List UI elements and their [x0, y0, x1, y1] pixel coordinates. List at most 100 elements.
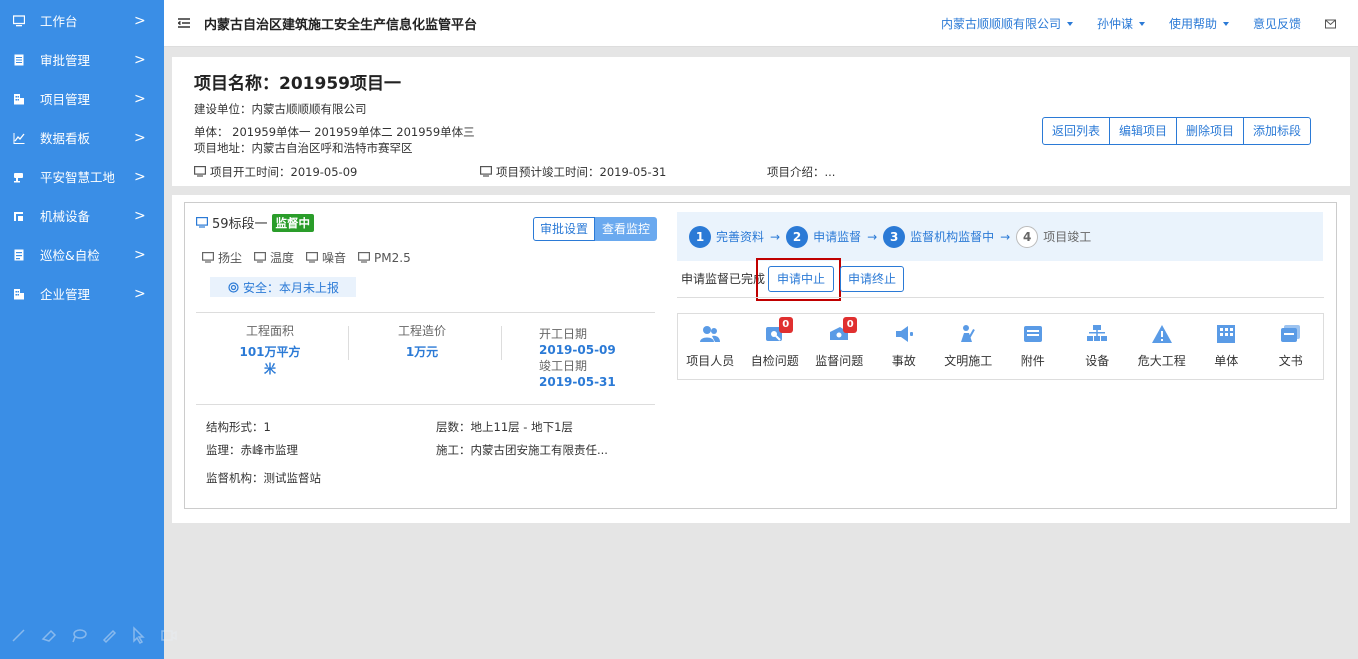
stat-value: 1万元	[405, 345, 439, 359]
end-date-label: 竣工日期	[539, 359, 588, 373]
monitor-icon	[358, 251, 371, 264]
step-3: 3 监督机构监督中	[883, 225, 995, 248]
feedback-link[interactable]: 意见反馈	[1253, 15, 1301, 32]
sidebar-item-label: 工作台	[40, 14, 78, 29]
func-equipment[interactable]: 设备	[1065, 314, 1130, 379]
func-label: 文书	[1278, 354, 1303, 368]
top-bar: 内蒙古自治区建筑施工安全生产信息化监管平台 内蒙古顺顺顺有限公司 孙仲谋 使用帮…	[164, 0, 1358, 47]
annotation-toolbar	[10, 626, 178, 644]
apply-status-text: 申请监督已完成	[681, 272, 766, 286]
pen-icon[interactable]	[10, 626, 28, 644]
stat-area: 工程面积 101万平方米	[236, 322, 304, 377]
sidebar-item-smart-site[interactable]: 平安智慧工地 >	[0, 157, 164, 196]
menu-toggle-icon[interactable]	[178, 17, 192, 29]
sensor-label: PM2.5	[374, 250, 411, 265]
gear-icon	[228, 281, 239, 293]
status-badge: 监督中	[271, 213, 315, 232]
sensor-noise[interactable]: 噪音	[306, 249, 346, 266]
section-name-text: 59标段一	[212, 217, 268, 232]
sensor-list: 扬尘 温度 噪音 PM2.5	[202, 249, 423, 266]
mail-icon[interactable]	[1325, 19, 1336, 29]
user-dropdown[interactable]: 孙仲谋	[1097, 15, 1145, 32]
func-self-inspection[interactable]: 自检问题 0	[743, 314, 808, 379]
func-dangerous-projects[interactable]: 危大工程	[1130, 314, 1195, 379]
step-label: 项目竣工	[1043, 230, 1092, 244]
func-documents[interactable]: 文书	[1259, 314, 1324, 379]
func-units[interactable]: 单体	[1194, 314, 1259, 379]
supervision-agency: 监督机构：测试监督站	[206, 471, 321, 485]
sidebar-item-workbench[interactable]: 工作台 >	[0, 1, 164, 40]
sidebar-item-dashboard[interactable]: 数据看板 >	[0, 118, 164, 157]
document-icon	[12, 53, 26, 67]
func-label: 设备	[1085, 354, 1110, 368]
apply-suspend-button[interactable]: 申请中止	[768, 266, 834, 292]
apply-terminate-button[interactable]: 申请终止	[840, 266, 904, 292]
project-intro: 项目介绍：...	[767, 165, 836, 179]
delete-project-button[interactable]: 删除项目	[1176, 117, 1245, 145]
project-start-date: 项目开工时间：2019-05-09	[194, 164, 357, 180]
func-label: 项目人员	[686, 354, 735, 368]
progress-steps: 1 完善资料 → 2 申请监督 → 3 监督机构监督中 → 4 项目竣工	[677, 212, 1323, 261]
sidebar-item-enterprise[interactable]: 企业管理 >	[0, 274, 164, 313]
step-label: 完善资料	[716, 230, 765, 244]
sensor-label: 噪音	[322, 251, 347, 265]
function-grid: 项目人员 自检问题 0 监督问题 0 事故 文明施工 附件 设备 危大工程 单体…	[677, 313, 1324, 380]
step-4: 4 项目竣工	[1016, 225, 1092, 248]
monitor-icon	[202, 251, 214, 264]
company-icon	[12, 287, 26, 301]
back-to-list-button[interactable]: 返回列表	[1042, 117, 1111, 145]
monitor-icon	[306, 251, 319, 264]
func-accident[interactable]: 事故	[872, 314, 937, 379]
sensor-label: 扬尘	[218, 251, 243, 265]
func-supervision[interactable]: 监督问题 0	[807, 314, 872, 379]
stat-cost: 工程造价 1万元	[392, 322, 452, 360]
divider	[677, 297, 1324, 298]
arrow-right-icon: →	[1000, 229, 1011, 244]
add-section-button[interactable]: 添加标段	[1243, 117, 1312, 145]
sidebar-item-machinery[interactable]: 机械设备 >	[0, 196, 164, 235]
sidebar-item-label: 数据看板	[40, 131, 91, 146]
stat-label: 工程造价	[397, 324, 446, 338]
marker-icon[interactable]	[100, 626, 118, 644]
pointer-icon[interactable]	[130, 626, 148, 644]
sidebar: 工作台 > 审批管理 > 项目管理 > 数据看板 > 平安智慧工地 > 机械设备…	[0, 0, 177, 659]
eraser-icon[interactable]	[40, 626, 58, 644]
end-date-text: 项目预计竣工时间：2019-05-31	[496, 165, 667, 179]
approval-settings-button[interactable]: 审批设置	[533, 217, 596, 241]
help-dropdown[interactable]: 使用帮助	[1169, 15, 1229, 32]
building-icon	[12, 92, 26, 106]
sensor-dust[interactable]: 扬尘	[202, 249, 242, 266]
project-title: 项目名称：201959项目一	[194, 74, 401, 94]
start-date-value: 2019-05-09	[539, 343, 616, 357]
chevron-right-icon: >	[134, 129, 146, 146]
func-civilized-construction[interactable]: 文明施工	[936, 314, 1001, 379]
sensor-pm25[interactable]: PM2.5	[358, 249, 411, 266]
edit-project-button[interactable]: 编辑项目	[1109, 117, 1178, 145]
func-attachments[interactable]: 附件	[1001, 314, 1066, 379]
count-badge: 0	[843, 317, 858, 333]
sensor-temperature[interactable]: 温度	[254, 249, 294, 266]
func-project-staff[interactable]: 项目人员	[678, 314, 743, 379]
attachment-icon	[1022, 324, 1044, 344]
view-monitor-button[interactable]: 查看监控	[595, 217, 658, 241]
chevron-right-icon: >	[134, 246, 146, 263]
company-dropdown[interactable]: 内蒙古顺顺顺有限公司	[941, 15, 1073, 32]
step-label: 申请监督	[813, 230, 862, 244]
lasso-icon[interactable]	[70, 626, 88, 644]
floor-count: 层数：地上11层 - 地下1层	[436, 420, 573, 434]
video-camera-icon[interactable]	[160, 626, 178, 644]
caret-down-icon	[1222, 21, 1229, 26]
sidebar-item-inspection[interactable]: 巡检&自检 >	[0, 235, 164, 274]
monitor-icon	[480, 166, 492, 178]
step-2: 2 申请监督	[786, 225, 862, 248]
camera-icon	[12, 170, 26, 184]
sidebar-item-approval[interactable]: 审批管理 >	[0, 40, 164, 79]
step-label: 监督机构监督中	[910, 230, 995, 244]
caret-down-icon	[1066, 21, 1073, 26]
sidebar-item-projects[interactable]: 项目管理 >	[0, 79, 164, 118]
project-end-date: 项目预计竣工时间：2019-05-31	[480, 164, 666, 180]
document-stack-icon	[1280, 324, 1302, 344]
func-label: 危大工程	[1137, 354, 1186, 368]
sensor-label: 温度	[270, 251, 295, 265]
machine-icon	[12, 209, 26, 223]
